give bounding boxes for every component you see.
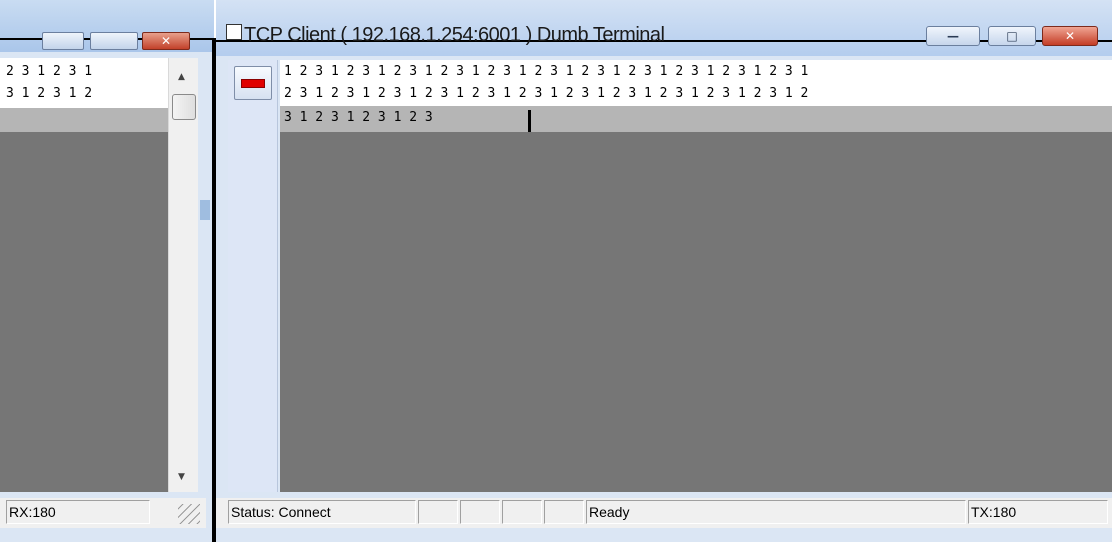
text-cursor — [528, 110, 531, 132]
status-panel — [418, 500, 458, 524]
status-panel — [460, 500, 500, 524]
scroll-up-icon[interactable]: ▲ — [178, 72, 185, 82]
connection-status: Status: Connect — [228, 500, 416, 524]
back-terminal-text: 2 3 1 2 3 1 3 1 2 3 1 2 — [0, 58, 168, 132]
dumb-terminal-window[interactable]: TCP Client ( 192.168.1.254:6001 ) Dumb T… — [216, 0, 1112, 542]
maximize-button[interactable]: □ — [988, 26, 1036, 46]
tx-counter: TX:180 — [968, 500, 1108, 524]
terminal-app-icon[interactable] — [226, 24, 242, 40]
status-bar: Status: Connect Ready TX:180 — [216, 498, 1112, 528]
minimize-button[interactable]: — — [926, 26, 980, 46]
terminal-line: 3 1 2 3 1 2 — [6, 86, 93, 101]
scrollbar-thumb[interactable] — [172, 94, 196, 120]
resize-grip-icon[interactable] — [178, 504, 200, 524]
terminal-line: 2 3 1 2 3 1 — [6, 64, 93, 79]
back-close-button[interactable]: ✕ — [142, 32, 190, 50]
record-stop-button[interactable] — [234, 66, 272, 100]
current-line-highlight — [0, 108, 168, 132]
maximize-icon: □ — [1006, 29, 1018, 43]
window-gap — [200, 200, 210, 220]
close-icon: ✕ — [160, 34, 172, 48]
close-button[interactable]: ✕ — [1042, 26, 1098, 46]
minimize-icon: — — [947, 29, 959, 43]
ready-status: Ready — [586, 500, 966, 524]
window-title: TCP Client ( 192.168.1.254:6001 ) Dumb T… — [244, 24, 665, 46]
rx-counter: RX:180 — [6, 500, 150, 524]
back-maximize-button[interactable] — [90, 32, 138, 50]
back-minimize-button[interactable] — [42, 32, 84, 50]
terminal-line: 3 1 2 3 1 2 3 1 2 3 — [284, 110, 433, 125]
terminal-line: 2 3 1 2 3 1 2 3 1 2 3 1 2 3 1 2 3 1 2 3 … — [284, 86, 809, 101]
status-panel — [544, 500, 584, 524]
back-terminal-window[interactable]: ✕ 2 3 1 2 3 1 3 1 2 3 1 2 ▲ ▼ RX:180 — [0, 0, 214, 542]
terminal-output-area[interactable]: 1 2 3 1 2 3 1 2 3 1 2 3 1 2 3 1 2 3 1 2 … — [280, 60, 1112, 492]
back-status-bar: RX:180 — [0, 498, 206, 528]
close-icon: ✕ — [1064, 29, 1076, 43]
record-stop-icon — [241, 79, 265, 88]
status-panel — [502, 500, 542, 524]
terminal-line: 1 2 3 1 2 3 1 2 3 1 2 3 1 2 3 1 2 3 1 2 … — [284, 64, 809, 79]
side-toolbar — [228, 60, 278, 492]
vertical-scrollbar[interactable]: ▲ ▼ — [168, 58, 198, 492]
scroll-down-icon[interactable]: ▼ — [178, 472, 185, 482]
